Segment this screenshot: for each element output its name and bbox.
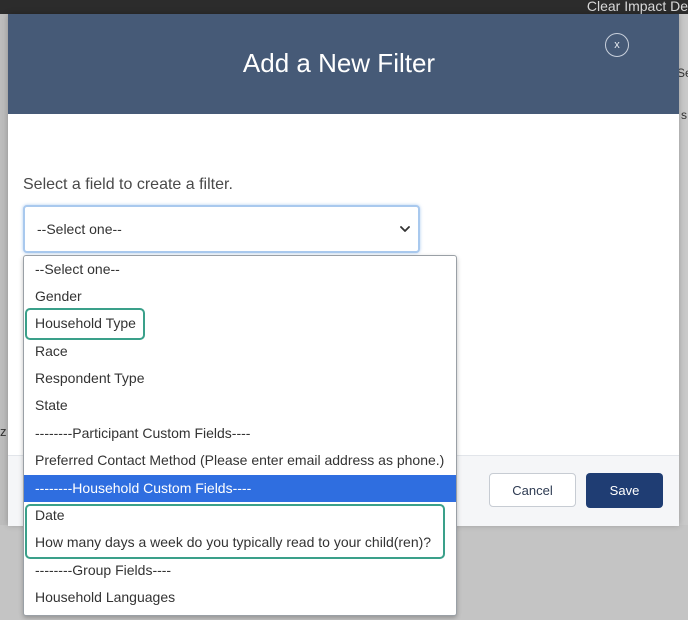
option-preferred-contact-method[interactable]: Preferred Contact Method (Please enter e… (24, 447, 456, 474)
cancel-button[interactable]: Cancel (489, 473, 576, 507)
modal-title: Add a New Filter (242, 48, 436, 78)
option-gender[interactable]: Gender (24, 283, 456, 310)
background-right-text: s (681, 108, 687, 122)
option-date[interactable]: Date (24, 502, 456, 529)
option-group-fields-header[interactable]: --------Group Fields---- (24, 557, 456, 584)
option-respondent-type[interactable]: Respondent Type (24, 365, 456, 392)
close-button[interactable]: x (605, 33, 629, 57)
field-prompt-label: Select a field to create a filter. (23, 176, 233, 193)
option-race[interactable]: Race (24, 338, 456, 365)
option-read-to-children[interactable]: How many days a week do you typically re… (24, 529, 456, 556)
save-button[interactable]: Save (586, 473, 663, 508)
option-household-languages[interactable]: Household Languages (24, 584, 456, 611)
option-household-type[interactable]: Household Type (24, 310, 456, 337)
field-select[interactable]: --Select one-- (23, 205, 420, 253)
option-participant-custom-fields-header[interactable]: --------Participant Custom Fields---- (24, 420, 456, 447)
option-household-custom-fields-header[interactable]: --------Household Custom Fields---- (24, 475, 456, 502)
option-state[interactable]: State (24, 392, 456, 419)
field-select-value: --Select one-- (37, 221, 122, 237)
modal-header: Add a New Filter x (8, 14, 679, 114)
background-topbar (0, 0, 688, 14)
chevron-down-icon (400, 226, 410, 232)
background-app-title: Clear Impact De (586, 0, 688, 14)
background-left-text: z (0, 424, 7, 439)
option-select-one[interactable]: --Select one-- (24, 256, 456, 283)
field-options-list: --Select one-- Gender Household Type Rac… (23, 255, 457, 616)
